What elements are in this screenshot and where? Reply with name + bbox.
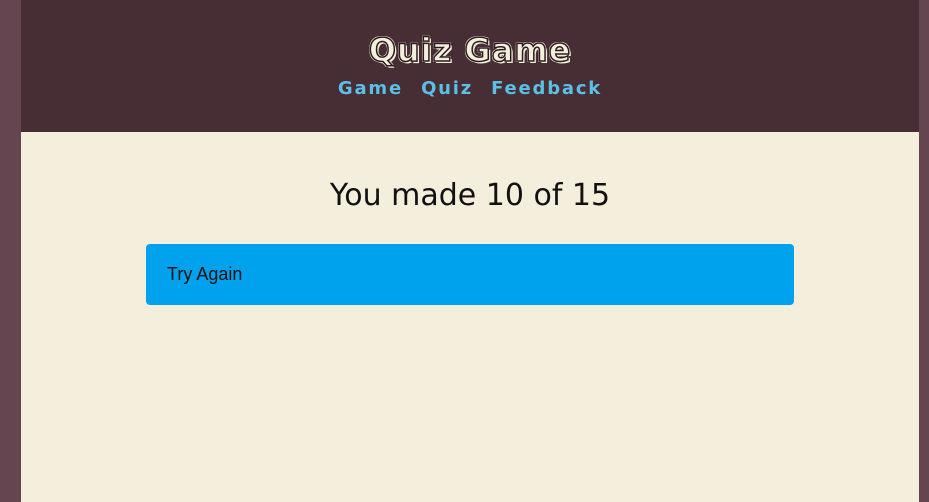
try-again-button[interactable]: Try Again	[146, 244, 794, 305]
main-nav: Game Quiz Feedback	[21, 78, 919, 100]
score-result: You made 10 of 15	[329, 178, 611, 213]
nav-link-feedback[interactable]: Feedback	[491, 78, 602, 99]
site-title: Quiz Game	[368, 30, 572, 70]
page-container: Quiz Game Game Quiz Feedback You made 10…	[21, 0, 919, 502]
site-header: Quiz Game Game Quiz Feedback	[21, 0, 919, 132]
nav-link-game[interactable]: Game	[338, 78, 403, 99]
nav-link-quiz[interactable]: Quiz	[421, 78, 473, 99]
